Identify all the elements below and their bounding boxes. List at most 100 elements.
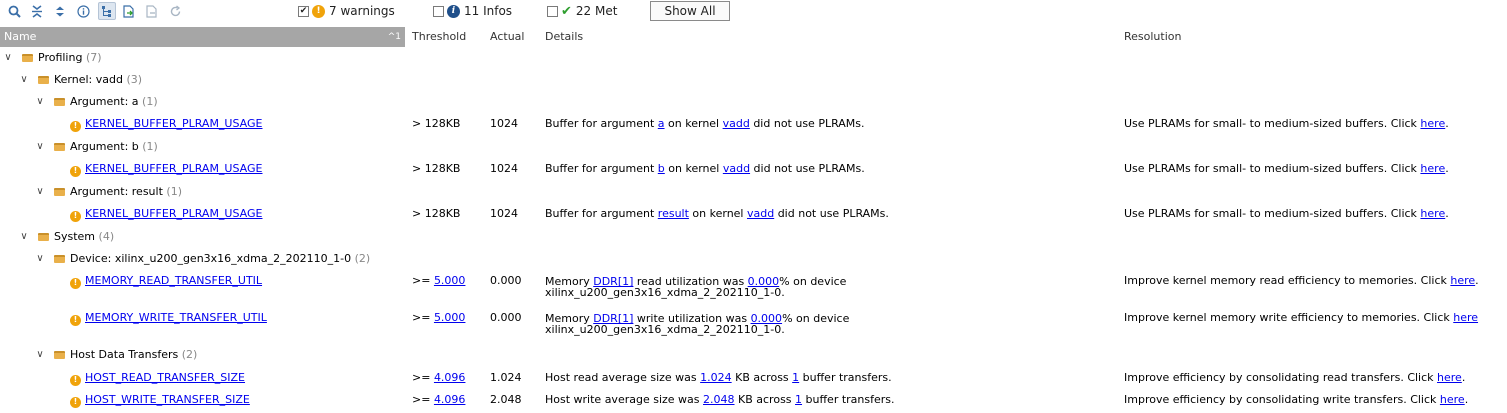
- tree-row-argument-a[interactable]: ∨ Argument: a (1): [0, 91, 1507, 113]
- show-all-button[interactable]: Show All: [650, 1, 730, 21]
- kernel-link[interactable]: vadd: [747, 207, 774, 220]
- size-link[interactable]: 2.048: [703, 393, 735, 406]
- tree-row-profiling[interactable]: ∨ Profiling (7): [0, 47, 1507, 69]
- rule-link[interactable]: KERNEL_BUFFER_PLRAM_USAGE: [85, 207, 262, 220]
- rule-link[interactable]: HOST_READ_TRANSFER_SIZE: [85, 371, 245, 384]
- resolution-text: Use PLRAMs for small- to medium-sized bu…: [1124, 162, 1449, 175]
- expand-all-icon[interactable]: [52, 3, 68, 19]
- chevron-down-icon[interactable]: ∨: [19, 69, 29, 91]
- infos-checkbox[interactable]: [433, 5, 444, 17]
- argument-link[interactable]: result: [658, 207, 689, 220]
- rule-link[interactable]: KERNEL_BUFFER_PLRAM_USAGE: [85, 162, 262, 175]
- import-icon[interactable]: [144, 3, 160, 19]
- tree-row-host-data-transfers[interactable]: ∨ Host Data Transfers (2): [0, 344, 1507, 366]
- tree-row-argument-result[interactable]: ∨ Argument: result (1): [0, 181, 1507, 203]
- column-header-name[interactable]: Name ^1: [0, 27, 405, 47]
- warning-icon: !: [70, 396, 81, 408]
- warnings-checkbox[interactable]: ✔: [298, 5, 309, 17]
- actual-value: 2.048: [490, 393, 522, 406]
- tree-row-argument-b[interactable]: ∨ Argument: b (1): [0, 136, 1507, 158]
- chevron-down-icon[interactable]: ∨: [35, 248, 45, 270]
- collapse-all-icon[interactable]: [29, 3, 45, 19]
- chevron-down-icon[interactable]: ∨: [35, 181, 45, 203]
- argument-link[interactable]: a: [658, 117, 665, 130]
- chevron-down-icon[interactable]: ∨: [19, 226, 29, 248]
- details-text: Buffer for argument b on kernel vadd did…: [545, 162, 865, 175]
- transfer-count-link[interactable]: 1: [795, 393, 802, 406]
- resolution-here-link[interactable]: here: [1440, 393, 1465, 406]
- argument-link[interactable]: b: [658, 162, 665, 175]
- folder-icon: [54, 351, 65, 359]
- folder-icon: [54, 143, 65, 151]
- resolution-text: Use PLRAMs for small- to medium-sized bu…: [1124, 207, 1449, 220]
- met-checkbox[interactable]: [547, 5, 558, 17]
- details-text: Buffer for argument result on kernel vad…: [545, 207, 889, 220]
- infos-filter[interactable]: i 11 Infos: [433, 3, 512, 19]
- threshold-link[interactable]: 4.096: [434, 393, 466, 406]
- warning-icon: !: [312, 4, 325, 18]
- resolution-here-link[interactable]: here: [1453, 311, 1478, 324]
- threshold-value: > 128KB: [412, 207, 461, 220]
- export-icon[interactable]: [121, 3, 137, 19]
- toolbar: ✔ ! 7 warnings i 11 Infos ✔ 22 Met Show …: [0, 0, 1507, 24]
- rule-row-memory-read[interactable]: ! MEMORY_READ_TRANSFER_UTIL >= 5.000 0.00…: [0, 270, 1507, 307]
- column-header-details[interactable]: Details: [545, 27, 583, 47]
- threshold-link[interactable]: 5.000: [434, 274, 466, 287]
- folder-icon: [54, 188, 65, 196]
- details-text: Memory DDR[1] write utilization was 0.00…: [545, 312, 850, 336]
- met-filter[interactable]: ✔ 22 Met: [547, 3, 617, 19]
- resolution-here-link[interactable]: here: [1437, 371, 1462, 384]
- rule-row-kernel-buffer-b[interactable]: ! KERNEL_BUFFER_PLRAM_USAGE > 128KB 1024 …: [0, 158, 1507, 181]
- actual-value: 1.024: [490, 371, 522, 384]
- refresh-icon[interactable]: [167, 3, 183, 19]
- warning-icon: !: [70, 374, 81, 386]
- resolution-here-link[interactable]: here: [1450, 274, 1475, 287]
- actual-value: 0.000: [490, 274, 522, 287]
- threshold-link[interactable]: 5.000: [434, 311, 466, 324]
- tree-view-icon[interactable]: [98, 2, 116, 20]
- chevron-down-icon[interactable]: ∨: [3, 47, 13, 69]
- column-header-threshold[interactable]: Threshold: [412, 27, 466, 47]
- details-text: Buffer for argument a on kernel vadd did…: [545, 117, 865, 130]
- rule-link[interactable]: MEMORY_WRITE_TRANSFER_UTIL: [85, 311, 267, 324]
- rule-row-kernel-buffer-result[interactable]: ! KERNEL_BUFFER_PLRAM_USAGE > 128KB 1024 …: [0, 203, 1507, 226]
- resolution-here-link[interactable]: here: [1420, 162, 1445, 175]
- rule-row-kernel-buffer-a[interactable]: ! KERNEL_BUFFER_PLRAM_USAGE > 128KB 1024 …: [0, 113, 1507, 136]
- details-text: Host read average size was 1.024 KB acro…: [545, 371, 892, 384]
- tree-row-device[interactable]: ∨ Device: xilinx_u200_gen3x16_xdma_2_202…: [0, 248, 1507, 270]
- folder-icon: [38, 76, 49, 84]
- resolution-text: Improve kernel memory write efficiency t…: [1124, 311, 1479, 324]
- folder-icon: [22, 54, 33, 62]
- warning-icon: !: [70, 314, 81, 326]
- rule-row-host-read[interactable]: ! HOST_READ_TRANSFER_SIZE >= 4.096 1.024 …: [0, 367, 1507, 389]
- kernel-link[interactable]: vadd: [723, 117, 750, 130]
- rule-link[interactable]: MEMORY_READ_TRANSFER_UTIL: [85, 274, 262, 287]
- tree-row-system[interactable]: ∨ System (4): [0, 226, 1507, 248]
- chevron-down-icon[interactable]: ∨: [35, 136, 45, 158]
- size-link[interactable]: 1.024: [700, 371, 732, 384]
- kernel-link[interactable]: vadd: [723, 162, 750, 175]
- threshold-link[interactable]: 4.096: [434, 371, 466, 384]
- resolution-text: Improve efficiency by consolidating writ…: [1124, 393, 1469, 406]
- rule-link[interactable]: KERNEL_BUFFER_PLRAM_USAGE: [85, 117, 262, 130]
- warnings-filter[interactable]: ✔ ! 7 warnings: [298, 3, 395, 19]
- tree-row-kernel[interactable]: ∨ Kernel: vadd (3): [0, 69, 1507, 91]
- sort-indicator: ^1: [387, 32, 401, 42]
- warning-icon: !: [70, 277, 81, 289]
- warning-icon: !: [70, 210, 81, 222]
- rule-link[interactable]: HOST_WRITE_TRANSFER_SIZE: [85, 393, 250, 406]
- column-header-actual[interactable]: Actual: [490, 27, 524, 47]
- info-icon[interactable]: [75, 3, 91, 19]
- threshold-value: > 128KB: [412, 162, 461, 175]
- resolution-here-link[interactable]: here: [1420, 117, 1445, 130]
- rule-row-memory-write[interactable]: ! MEMORY_WRITE_TRANSFER_UTIL >= 5.000 0.0…: [0, 307, 1507, 344]
- met-filter-label: 22 Met: [575, 4, 618, 18]
- chevron-down-icon[interactable]: ∨: [35, 91, 45, 113]
- search-icon[interactable]: [6, 3, 22, 19]
- rule-row-host-write[interactable]: ! HOST_WRITE_TRANSFER_SIZE >= 4.096 2.048…: [0, 389, 1507, 411]
- details-text: Host write average size was 2.048 KB acr…: [545, 393, 895, 406]
- resolution-here-link[interactable]: here: [1420, 207, 1445, 220]
- chevron-down-icon[interactable]: ∨: [35, 344, 45, 366]
- details-text: Memory DDR[1] read utilization was 0.000…: [545, 275, 847, 299]
- column-header-resolution[interactable]: Resolution: [1124, 27, 1181, 47]
